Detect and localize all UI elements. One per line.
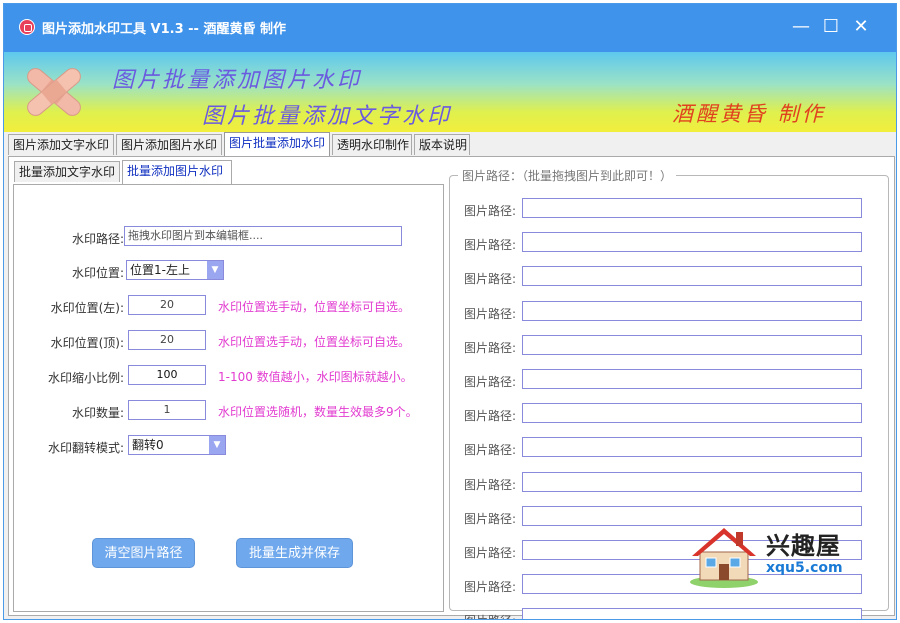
count-field[interactable]: 1 bbox=[128, 400, 206, 420]
chevron-down-icon[interactable]: ▼ bbox=[207, 261, 223, 279]
image-path-label: 图片路径: bbox=[464, 477, 517, 492]
banner-author: 酒醒黄昏 制作 bbox=[672, 102, 826, 126]
scale-field[interactable]: 100 bbox=[128, 365, 206, 385]
batch-image-form: 水印路径: 拖拽水印图片到本编辑框.... 水印位置: 位置1-左上 ▼ 水印位… bbox=[13, 184, 444, 612]
left-label: 水印位置(左): bbox=[50, 301, 124, 315]
position-select-value: 位置1-左上 bbox=[130, 263, 190, 277]
close-button[interactable]: ✕ bbox=[850, 16, 872, 38]
title-bar[interactable]: 图片添加水印工具 V1.3 -- 酒醒黄昏 制作 — ☐ ✕ bbox=[4, 4, 896, 52]
image-path-label: 图片路径: bbox=[464, 340, 517, 355]
top-label: 水印位置(顶): bbox=[50, 336, 124, 350]
scale-hint: 1-100 数值越小，水印图标就越小。 bbox=[218, 370, 413, 384]
bandage-icon bbox=[27, 68, 81, 116]
image-path-label: 图片路径: bbox=[464, 272, 517, 287]
banner-line-2: 图片批量添加文字水印 bbox=[202, 104, 453, 129]
flip-select-value: 翻转0 bbox=[132, 438, 164, 452]
count-hint: 水印位置选随机，数量生效最多9个。 bbox=[218, 405, 418, 419]
image-path-field[interactable] bbox=[522, 300, 862, 321]
subtab-batch-image[interactable]: 批量添加图片水印 bbox=[122, 160, 232, 184]
banner: 图片批量添加图片水印 图片批量添加文字水印 酒醒黄昏 制作 bbox=[4, 52, 896, 132]
top-position-field[interactable]: 20 bbox=[128, 330, 206, 350]
app-window: 图片添加水印工具 V1.3 -- 酒醒黄昏 制作 — ☐ ✕ 图片批量添加图片水… bbox=[3, 3, 897, 620]
image-path-label: 图片路径: bbox=[464, 443, 517, 458]
clear-paths-button[interactable]: 清空图片路径 bbox=[92, 538, 195, 568]
tab-transparent-watermark[interactable]: 透明水印制作 bbox=[332, 134, 412, 155]
image-path-field[interactable] bbox=[522, 266, 862, 287]
image-path-label: 图片路径: bbox=[464, 409, 517, 424]
tab-batch-watermark[interactable]: 图片批量添加水印 bbox=[224, 132, 330, 157]
tab-text-watermark[interactable]: 图片添加文字水印 bbox=[8, 134, 114, 155]
image-path-field[interactable] bbox=[522, 369, 862, 389]
tab-image-watermark[interactable]: 图片添加图片水印 bbox=[116, 134, 222, 155]
position-select[interactable]: 位置1-左上 ▼ bbox=[126, 260, 224, 280]
image-path-label: 图片路径: bbox=[464, 511, 517, 526]
image-path-field[interactable] bbox=[522, 334, 862, 355]
count-label: 水印数量: bbox=[71, 406, 124, 420]
xqu5-watermark-logo: 兴趣屋 xqu5.com bbox=[686, 522, 861, 592]
top-hint: 水印位置选手动，位置坐标可自选。 bbox=[218, 335, 411, 349]
image-path-label: 图片路径: bbox=[464, 306, 517, 321]
image-path-label: 图片路径: bbox=[464, 238, 517, 253]
minimize-button[interactable]: — bbox=[790, 16, 812, 38]
app-icon bbox=[19, 19, 35, 35]
image-path-field[interactable] bbox=[522, 437, 862, 458]
window-title: 图片添加水印工具 V1.3 -- 酒醒黄昏 制作 bbox=[42, 22, 286, 37]
image-path-field[interactable] bbox=[522, 232, 862, 253]
image-path-field[interactable] bbox=[522, 198, 862, 218]
position-label: 水印位置: bbox=[71, 266, 124, 280]
image-paths-group-title: 图片路径：（批量拖拽图片到此即可！） bbox=[458, 167, 677, 184]
scale-label: 水印缩小比例: bbox=[47, 371, 124, 385]
logo-site: xqu5.com bbox=[766, 560, 843, 576]
flip-select[interactable]: 翻转0 ▼ bbox=[128, 435, 226, 455]
left-hint: 水印位置选手动，位置坐标可自选。 bbox=[218, 300, 411, 314]
image-path-label: 图片路径: bbox=[464, 375, 517, 389]
image-path-label: 图片路径: bbox=[464, 546, 517, 560]
image-path-field[interactable] bbox=[522, 608, 862, 619]
path-label: 水印路径: bbox=[71, 232, 124, 246]
subtab-batch-text[interactable]: 批量添加文字水印 bbox=[14, 161, 120, 182]
image-path-label: 图片路径: bbox=[464, 580, 517, 595]
image-path-field[interactable] bbox=[522, 471, 862, 492]
maximize-button[interactable]: ☐ bbox=[820, 16, 842, 38]
banner-line-1: 图片批量添加图片水印 bbox=[112, 68, 363, 93]
generate-save-button[interactable]: 批量生成并保存 bbox=[236, 538, 353, 568]
image-path-label: 图片路径: bbox=[464, 612, 516, 619]
image-path-label: 图片路径: bbox=[464, 204, 517, 218]
logo-brand: 兴趣屋 bbox=[766, 532, 841, 560]
flip-label: 水印翻转模式: bbox=[47, 441, 124, 455]
image-path-field[interactable] bbox=[522, 403, 862, 424]
house-icon bbox=[690, 528, 758, 588]
tab-version-info[interactable]: 版本说明 bbox=[414, 134, 470, 155]
chevron-down-icon[interactable]: ▼ bbox=[209, 436, 225, 454]
watermark-path-field[interactable]: 拖拽水印图片到本编辑框.... bbox=[124, 226, 402, 246]
left-position-field[interactable]: 20 bbox=[128, 295, 206, 315]
